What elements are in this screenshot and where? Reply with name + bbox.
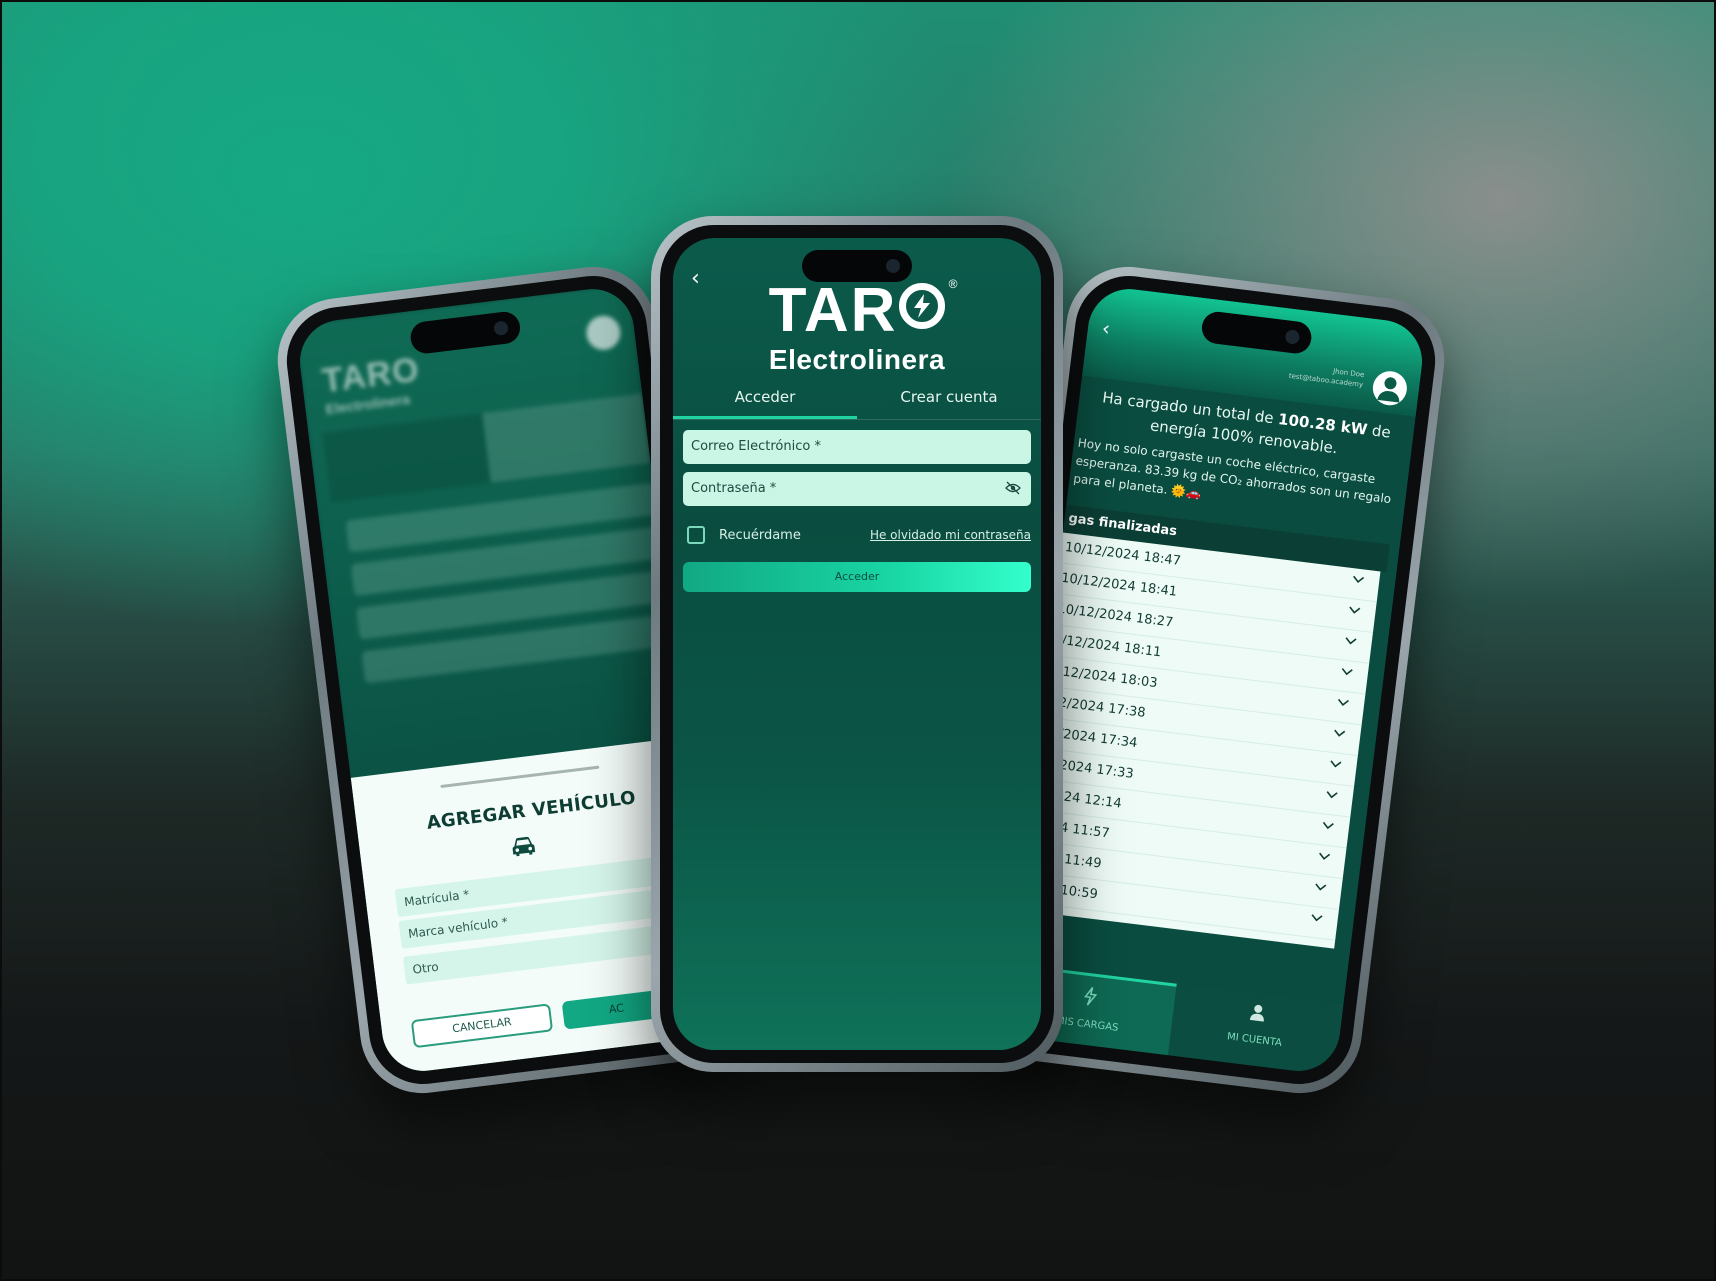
- back-icon[interactable]: ‹: [1101, 316, 1112, 341]
- charge-date: 0/12/2024 18:03: [1049, 662, 1159, 692]
- charge-date: 10/12/2024 18:27: [1056, 601, 1175, 631]
- login-screen: ‹ TAR ® Electrolinera Acceder Crear cuen…: [673, 238, 1041, 1050]
- sheet-title: AGREGAR VEHÍCULO: [425, 787, 638, 834]
- email-input[interactable]: Correo Electrónico *: [683, 430, 1031, 464]
- chevron-down-icon[interactable]: [1351, 574, 1366, 586]
- tab-notifications[interactable]: [482, 393, 651, 483]
- dynamic-island: [802, 250, 912, 282]
- tab-login[interactable]: Acceder: [673, 380, 857, 419]
- remember-checkbox[interactable]: [687, 526, 705, 544]
- forgot-password-link[interactable]: He olvidado mi contraseña: [870, 528, 1031, 542]
- chevron-down-icon[interactable]: [1324, 789, 1339, 801]
- user-icon: [1249, 1004, 1264, 1022]
- password-placeholder: Contraseña *: [691, 481, 777, 496]
- charge-date: 10/12/2024 18:41: [1060, 570, 1178, 600]
- bolt-logo-icon: [899, 283, 946, 329]
- logo-text: TAR: [769, 276, 946, 345]
- chevron-down-icon[interactable]: [1343, 636, 1358, 648]
- tab-vehicles[interactable]: [322, 413, 491, 503]
- sheet-drag-handle[interactable]: [440, 765, 600, 789]
- chevron-down-icon[interactable]: [1336, 697, 1351, 709]
- chevron-down-icon[interactable]: [1347, 605, 1362, 617]
- logo-subtitle: Electrolinera: [768, 344, 946, 375]
- password-input[interactable]: Contraseña *: [683, 472, 1031, 506]
- charge-date: 10/12/2024 18:47: [1064, 539, 1182, 570]
- chevron-down-icon[interactable]: [1321, 820, 1336, 832]
- chevron-down-icon[interactable]: [1328, 759, 1343, 771]
- charges-list: 10/12/2024 18:47 10/12/2024 18:41 10/12/20…: [1016, 532, 1381, 949]
- car-icon: [512, 836, 536, 857]
- eye-off-icon[interactable]: [1005, 481, 1021, 495]
- chevron-down-icon[interactable]: [1313, 882, 1328, 894]
- charge-date: 0/12/2024 18:11: [1052, 632, 1163, 661]
- right-screen: ‹ Jhon Doe test@taboo.academy Ha cargado…: [1001, 284, 1427, 1076]
- login-button[interactable]: Acceder: [683, 562, 1031, 592]
- chevron-down-icon[interactable]: [1332, 728, 1347, 740]
- user-info: Jhon Doe test@taboo.academy: [1288, 361, 1365, 390]
- avatar-icon[interactable]: [584, 313, 623, 352]
- bolt-icon: [1084, 987, 1098, 1006]
- auth-tabs: Acceder Crear cuenta: [673, 380, 1041, 420]
- chevron-down-icon[interactable]: [1339, 666, 1354, 678]
- registered-mark: ®: [948, 277, 960, 291]
- remember-label: Recuérdame: [719, 527, 801, 543]
- left-logo: TARO Electrolinera: [320, 351, 424, 418]
- cancel-button[interactable]: CANCELAR: [410, 1003, 554, 1049]
- brand-logo: TAR ® Electrolinera: [673, 278, 1041, 376]
- avatar-icon[interactable]: [1370, 369, 1409, 408]
- remember-me[interactable]: Recuérdame: [687, 526, 801, 544]
- nav-my-account[interactable]: MI CUENTA: [1168, 984, 1344, 1076]
- chevron-down-icon[interactable]: [1309, 912, 1324, 924]
- phone-center: ‹ TAR ® Electrolinera Acceder Crear cuen…: [651, 216, 1063, 1072]
- left-blurred-background: TARO Electrolinera: [295, 284, 688, 802]
- logo-main: TAR ®: [769, 278, 958, 342]
- chevron-down-icon[interactable]: [1317, 851, 1332, 863]
- tab-create-account[interactable]: Crear cuenta: [857, 380, 1041, 419]
